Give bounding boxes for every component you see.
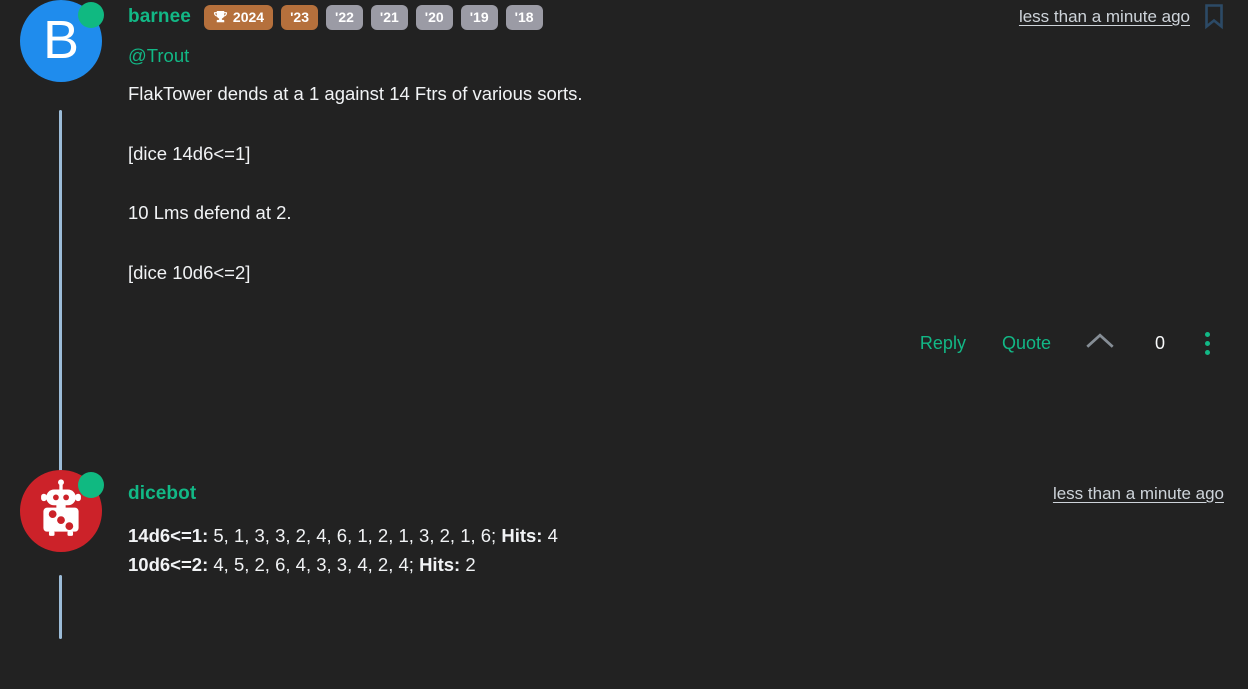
badge-label: '23 <box>290 9 309 25</box>
post-thread: B barnee 2024 '23 '22 '21 '20 '19 '18 le… <box>0 0 1248 689</box>
chevron-up-icon <box>1085 332 1115 354</box>
dice-result-row: 14d6<=1: 5, 1, 3, 3, 2, 4, 6, 1, 2, 1, 3… <box>128 522 1224 551</box>
dice-result-row: 10d6<=2: 4, 5, 2, 6, 4, 3, 3, 4, 2, 4; H… <box>128 551 1224 580</box>
badge-award-20[interactable]: '20 <box>415 4 453 30</box>
badge-label: '20 <box>424 9 444 25</box>
avatar-column-barnee: B <box>20 0 104 82</box>
reply-button[interactable]: Reply <box>902 333 984 354</box>
dice-roll-expression: 14d6<=1: <box>128 525 209 546</box>
avatar[interactable]: B <box>20 0 104 82</box>
badge-award-22[interactable]: '22 <box>325 4 363 30</box>
badge-list: 2024 '23 '22 '21 '20 '19 '18 <box>203 4 543 30</box>
online-status-dot <box>78 2 104 28</box>
post-timestamp[interactable]: less than a minute ago <box>1053 484 1224 504</box>
dice-hits-value: 2 <box>465 553 476 575</box>
kebab-menu-icon[interactable] <box>1189 331 1224 355</box>
badge-award-2024[interactable]: 2024 <box>203 4 274 30</box>
post-header-right: less than a minute ago <box>1019 4 1224 30</box>
post-action-bar: Reply Quote 0 <box>128 322 1224 364</box>
post-paragraph: 10 Lms defend at 2. <box>128 202 292 224</box>
post-content-dicebot: dicebot less than a minute ago 14d6<=1: … <box>128 470 1248 579</box>
dice-roll-values: 5, 1, 3, 3, 2, 4, 6, 1, 2, 1, 3, 2, 1, 6… <box>213 525 497 546</box>
upvote-button[interactable] <box>1069 332 1131 354</box>
post-paragraph: [dice 14d6<=1] <box>128 142 251 164</box>
badge-award-18[interactable]: '18 <box>505 4 543 30</box>
avatar-letter: B <box>42 10 80 70</box>
badge-label: '18 <box>514 9 534 25</box>
mention-link[interactable]: @Trout <box>128 43 1224 70</box>
badge-label: '19 <box>469 9 489 25</box>
kebab-dot <box>1205 340 1210 346</box>
post-barnee: B barnee 2024 '23 '22 '21 '20 '19 '18 le… <box>0 0 1248 508</box>
trophy-icon <box>213 10 228 25</box>
post-header: dicebot less than a minute ago <box>128 477 1224 511</box>
avatar-column-dicebot <box>20 470 104 552</box>
badge-label: 2024 <box>232 9 265 25</box>
quote-button[interactable]: Quote <box>984 333 1069 354</box>
author-name[interactable]: dicebot <box>128 483 196 505</box>
kebab-dot <box>1205 331 1210 337</box>
post-content-barnee: barnee 2024 '23 '22 '21 '20 '19 '18 less… <box>128 0 1248 364</box>
post-dicebot: dicebot less than a minute ago 14d6<=1: … <box>0 470 1248 689</box>
post-timestamp[interactable]: less than a minute ago <box>1019 7 1190 27</box>
dice-hits-label: Hits: <box>501 525 543 546</box>
dice-hits-value: 4 <box>547 525 558 546</box>
dice-roll-expression: 10d6<=2: <box>128 553 209 575</box>
post-header-right: less than a minute ago <box>1053 484 1224 504</box>
thread-connector-line <box>59 575 62 639</box>
vote-count: 0 <box>1154 332 1165 353</box>
kebab-dot <box>1205 349 1210 355</box>
avatar[interactable] <box>20 470 104 552</box>
badge-label: '21 <box>379 9 399 25</box>
dice-results: 14d6<=1: 5, 1, 3, 3, 2, 4, 6, 1, 2, 1, 3… <box>128 511 1224 579</box>
online-status-dot <box>78 472 104 498</box>
thread-connector-line <box>59 110 62 508</box>
dice-roll-values: 4, 5, 2, 6, 4, 3, 3, 4, 2, 4; <box>213 553 414 575</box>
badge-label: '22 <box>334 9 354 25</box>
badge-award-23[interactable]: '23 <box>281 4 318 30</box>
badge-award-19[interactable]: '19 <box>460 4 498 30</box>
badge-award-21[interactable]: '21 <box>370 4 408 30</box>
bookmark-icon[interactable] <box>1204 4 1224 30</box>
post-paragraph: [dice 10d6<=2] <box>128 262 251 284</box>
dice-hits-label: Hits: <box>419 553 461 575</box>
post-paragraph: FlakTower dends at a 1 against 14 Ftrs o… <box>128 82 583 104</box>
post-header: barnee 2024 '23 '22 '21 '20 '19 '18 less… <box>128 0 1224 34</box>
post-body: @Trout FlakTower dends at a 1 against 14… <box>128 34 1224 287</box>
author-name[interactable]: barnee <box>128 6 191 28</box>
